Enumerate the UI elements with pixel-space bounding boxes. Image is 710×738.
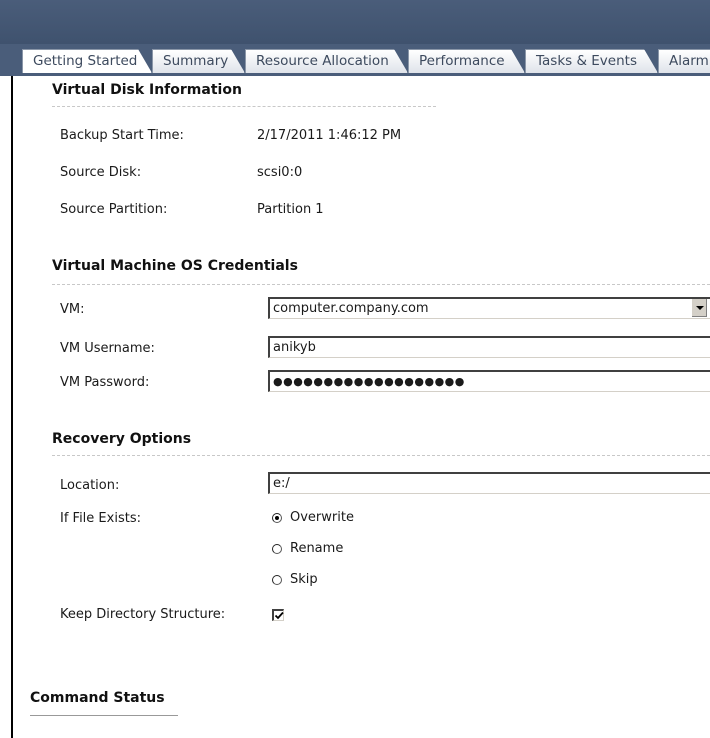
- section-divider: [52, 455, 710, 456]
- radio-overwrite[interactable]: Overwrite: [272, 510, 354, 525]
- tab-label: Alarm: [669, 53, 709, 69]
- keep-directory-checkbox[interactable]: [272, 609, 284, 621]
- vm-username-input[interactable]: anikyb: [268, 336, 710, 358]
- section-divider: [52, 106, 436, 107]
- radio-skip[interactable]: Skip: [272, 572, 318, 587]
- source-disk-value: scsi0:0: [257, 165, 303, 180]
- section-divider: [52, 284, 710, 285]
- location-value: e:/: [273, 476, 290, 491]
- tab-label: Summary: [163, 53, 229, 69]
- vm-select-value: computer.company.com: [273, 301, 429, 316]
- source-partition-value: Partition 1: [257, 202, 324, 217]
- section-heading-recovery: Recovery Options: [52, 431, 192, 447]
- chevron-down-icon[interactable]: [691, 299, 707, 317]
- tab-alarms[interactable]: Alarm: [658, 49, 710, 73]
- panel-left-border: [11, 76, 13, 738]
- tab-label: Tasks & Events: [536, 53, 637, 69]
- radio-rename-label: Rename: [290, 541, 344, 556]
- tab-tasks-events[interactable]: Tasks & Events: [525, 49, 658, 73]
- radio-unchecked-icon: [272, 543, 282, 554]
- window-title-bar: [0, 0, 710, 44]
- tab-summary[interactable]: Summary: [152, 49, 245, 73]
- tab-performance[interactable]: Performance: [408, 49, 525, 73]
- source-disk-label: Source Disk:: [60, 165, 142, 180]
- radio-rename[interactable]: Rename: [272, 541, 343, 556]
- tab-label: Getting Started: [33, 53, 138, 69]
- section-heading-disk-info: Virtual Disk Information: [52, 82, 242, 98]
- tab-label: Performance: [419, 53, 505, 69]
- tab-resource-allocation[interactable]: Resource Allocation: [245, 49, 408, 73]
- source-partition-label: Source Partition:: [60, 202, 168, 217]
- radio-skip-label: Skip: [290, 572, 318, 587]
- vm-password-input[interactable]: ●●●●●●●●●●●●●●●●●●●: [268, 370, 710, 392]
- section-heading-credentials: Virtual Machine OS Credentials: [52, 258, 298, 274]
- vm-password-label: VM Password:: [60, 375, 150, 390]
- tab-bar: Getting Started Summary Resource Allocat…: [0, 44, 710, 76]
- location-label: Location:: [60, 478, 120, 493]
- tab-getting-started[interactable]: Getting Started: [22, 49, 152, 73]
- tab-label: Resource Allocation: [256, 53, 389, 69]
- vm-password-value: ●●●●●●●●●●●●●●●●●●●: [273, 375, 465, 388]
- if-file-exists-label: If File Exists:: [60, 511, 141, 526]
- checkmark-icon: [274, 611, 284, 620]
- radio-checked-icon: [272, 512, 282, 523]
- backup-start-time-value: 2/17/2011 1:46:12 PM: [257, 128, 402, 143]
- vm-username-value: anikyb: [273, 340, 316, 355]
- vm-select[interactable]: computer.company.com: [268, 297, 710, 319]
- vm-label: VM:: [60, 302, 85, 317]
- vm-username-label: VM Username:: [60, 341, 155, 356]
- keep-directory-label: Keep Directory Structure:: [60, 607, 226, 622]
- radio-unchecked-icon: [272, 574, 282, 585]
- section-heading-command-status: Command Status: [30, 690, 165, 706]
- backup-start-time-label: Backup Start Time:: [60, 128, 184, 143]
- radio-overwrite-label: Overwrite: [290, 510, 354, 525]
- location-input[interactable]: e:/: [268, 472, 710, 494]
- section-divider: [30, 715, 178, 716]
